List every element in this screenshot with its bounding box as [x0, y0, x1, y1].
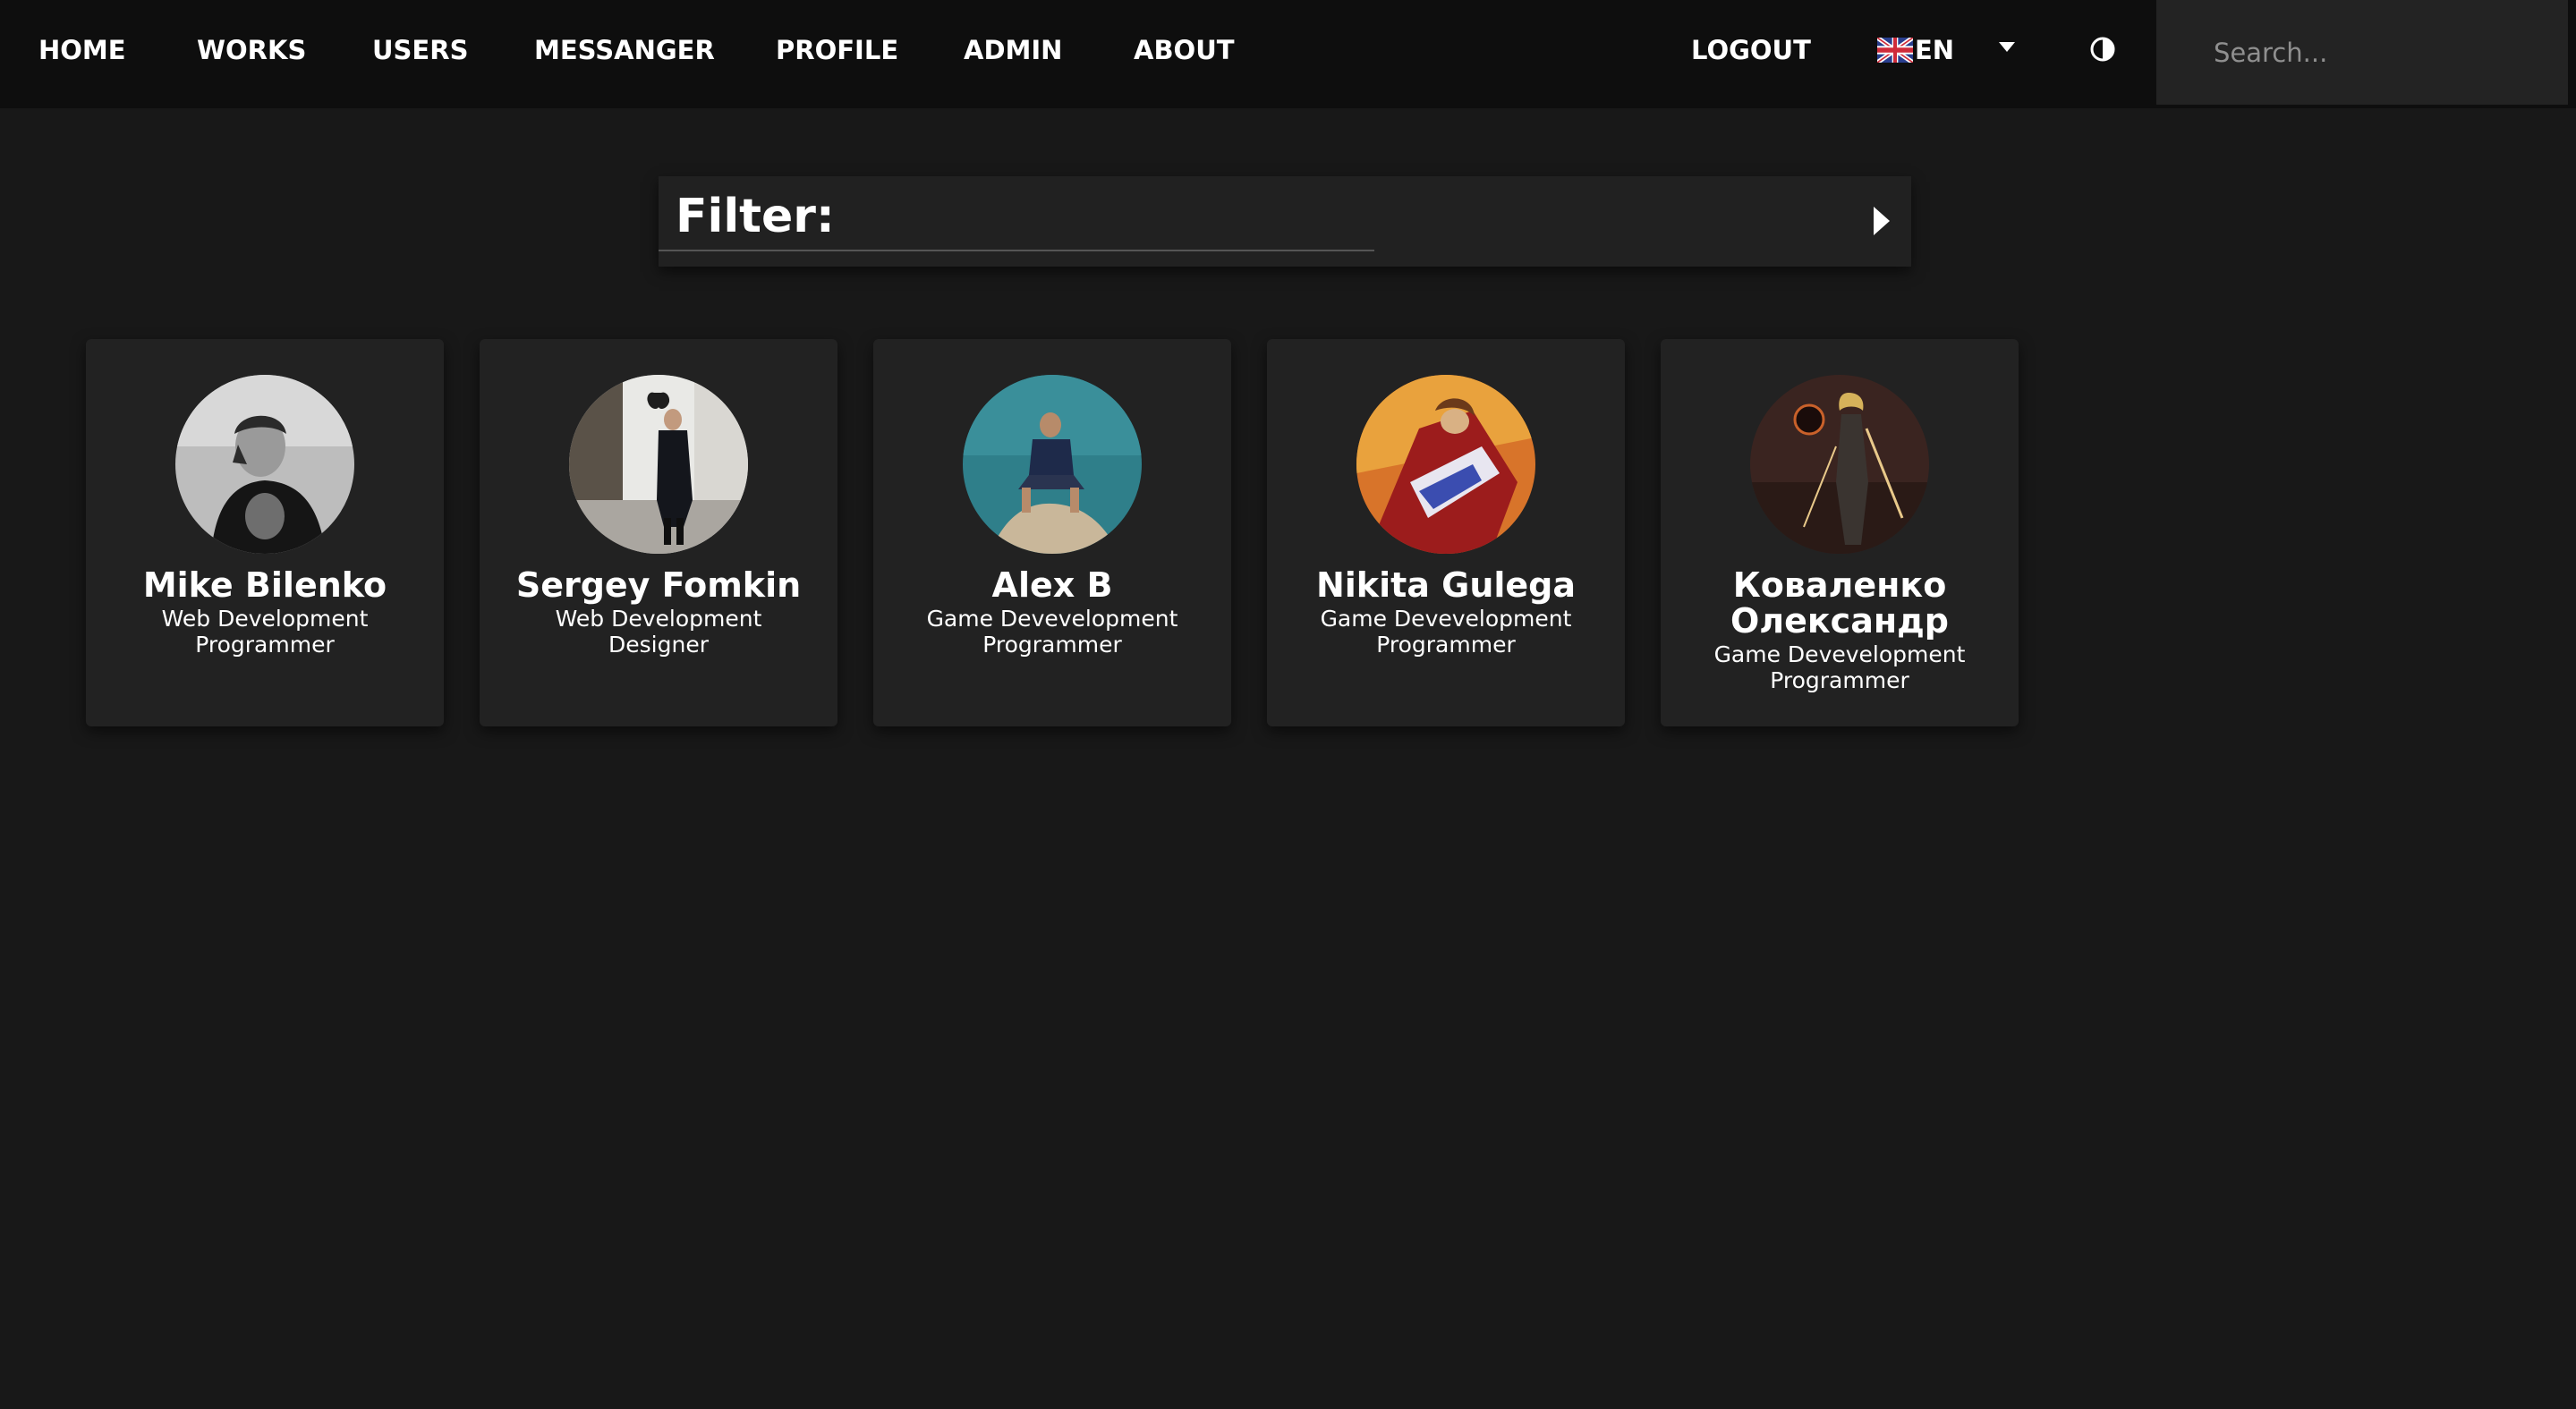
language-label: EN: [1915, 35, 1955, 65]
user-name: Alex B: [991, 565, 1113, 605]
logout-button[interactable]: LOGOUT: [1691, 0, 1811, 100]
user-role-title: Programmer: [1770, 667, 1909, 693]
user-card[interactable]: Nikita Gulega Game Devevelopment Program…: [1267, 339, 1625, 726]
filter-panel: Filter:: [659, 176, 1911, 267]
avatar: [569, 375, 748, 554]
user-role-field: Game Devevelopment: [1320, 606, 1572, 632]
user-role: Game Devevelopment Programmer: [1670, 641, 2010, 693]
user-role-title: Programmer: [1376, 632, 1516, 658]
caret-right-icon[interactable]: [1874, 207, 1890, 235]
avatar: [175, 375, 354, 554]
user-card[interactable]: Sergey Fomkin Web Development Designer: [480, 339, 837, 726]
user-name: Sergey Fomkin: [515, 565, 802, 605]
nav-works[interactable]: WORKS: [197, 0, 306, 100]
user-name: Mike Bilenko: [142, 565, 387, 605]
avatar: [963, 375, 1142, 554]
language-selector[interactable]: EN: [1877, 0, 1954, 100]
contrast-icon[interactable]: [2089, 36, 2116, 63]
user-role-title: Programmer: [195, 632, 335, 658]
user-name: Коваленко Олександр: [1730, 565, 1949, 641]
user-role: Web Development Programmer: [95, 606, 435, 658]
user-photo: [175, 375, 354, 554]
user-photo: [963, 375, 1142, 554]
filter-title: Filter:: [676, 190, 835, 243]
user-card[interactable]: Mike Bilenko Web Development Programmer: [86, 339, 444, 726]
search-box: [2156, 0, 2568, 105]
nav-admin[interactable]: ADMIN: [964, 0, 1062, 100]
user-role-field: Web Development: [161, 606, 369, 632]
user-role-field: Game Devevelopment: [926, 606, 1178, 632]
nav-about[interactable]: ABOUT: [1134, 0, 1235, 100]
user-role: Game Devevelopment Programmer: [882, 606, 1222, 658]
search-input[interactable]: [2156, 0, 2568, 105]
user-role-field: Web Development: [555, 606, 762, 632]
nav-home[interactable]: HOME: [38, 0, 126, 100]
user-card[interactable]: Коваленко Олександр Game Devevelopment P…: [1661, 339, 2019, 726]
nav-messanger[interactable]: MESSANGER: [534, 0, 715, 100]
filter-divider: [659, 250, 1374, 251]
user-role: Web Development Designer: [489, 606, 829, 658]
avatar: [1750, 375, 1929, 554]
nav-profile[interactable]: PROFILE: [776, 0, 898, 100]
user-role-field: Game Devevelopment: [1713, 641, 1966, 667]
user-role-title: Designer: [608, 632, 709, 658]
user-name: Nikita Gulega: [1315, 565, 1577, 605]
avatar: [1356, 375, 1535, 554]
user-photo: [1750, 375, 1929, 554]
chevron-down-icon[interactable]: [1999, 42, 2015, 52]
top-navbar: HOME WORKS USERS MESSANGER PROFILE ADMIN…: [0, 0, 2576, 108]
user-photo: [569, 375, 748, 554]
user-photo: [1356, 375, 1535, 554]
nav-users[interactable]: USERS: [372, 0, 468, 100]
uk-flag-icon: [1877, 38, 1913, 63]
user-card[interactable]: Alex B Game Devevelopment Programmer: [873, 339, 1231, 726]
user-role-title: Programmer: [982, 632, 1122, 658]
user-role: Game Devevelopment Programmer: [1276, 606, 1616, 658]
